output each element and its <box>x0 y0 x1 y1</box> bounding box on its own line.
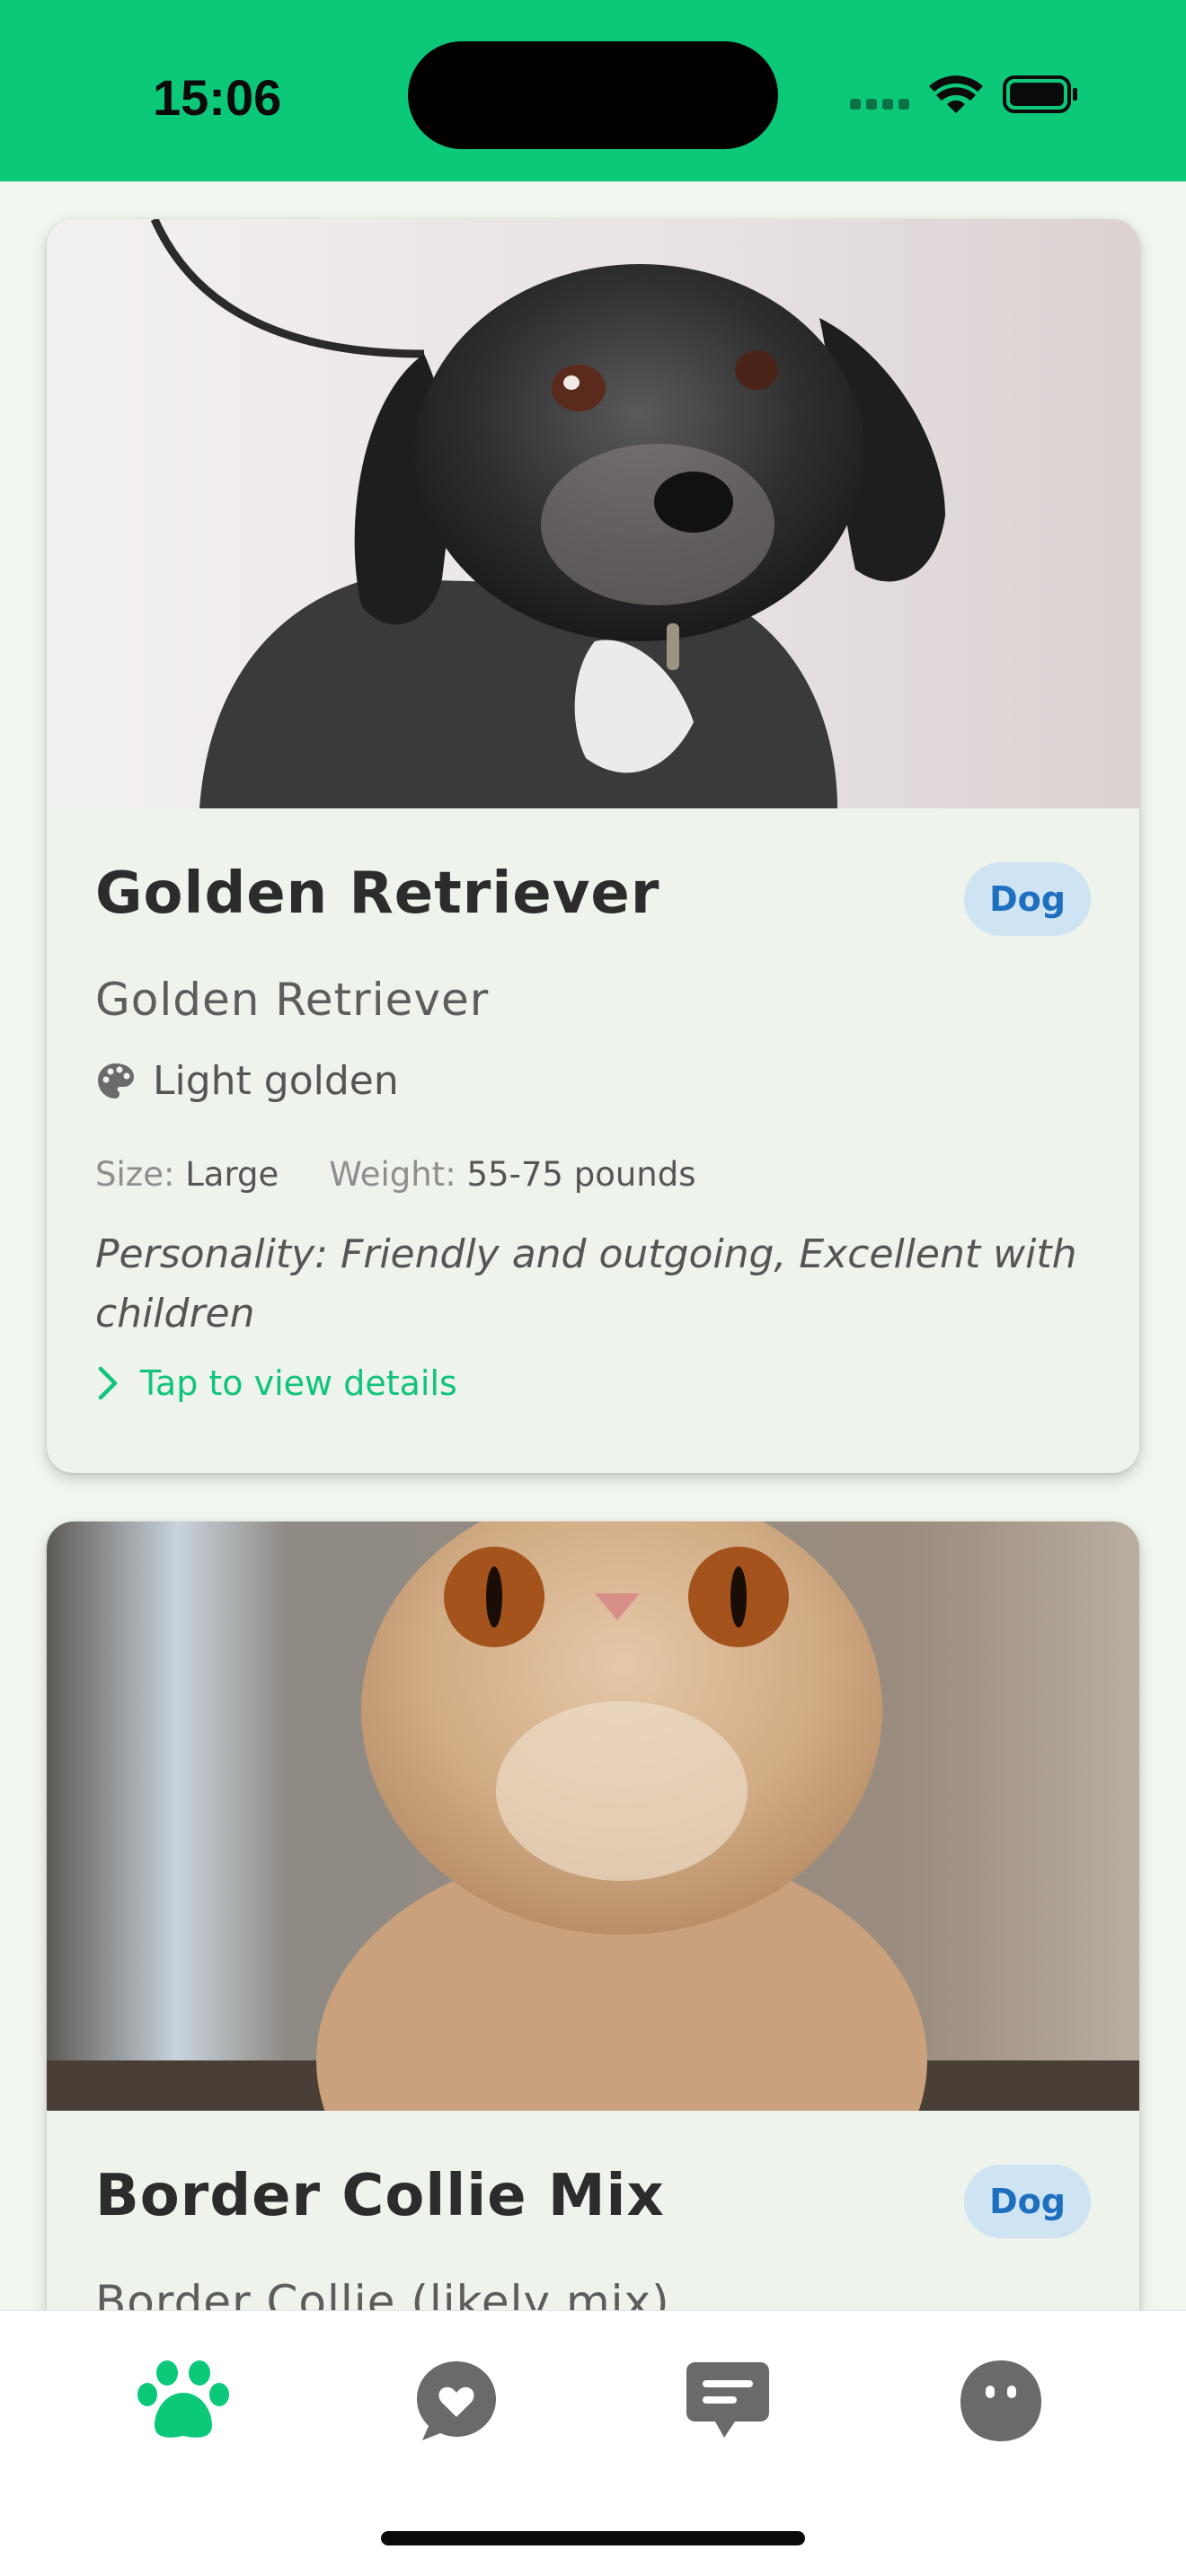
pet-name: Border Collie Mix <box>95 2163 665 2229</box>
pet-color: Light golden <box>95 1058 399 1104</box>
wifi-icon <box>929 75 983 113</box>
status-icons <box>850 75 1077 113</box>
pet-weight: Weight: 55-75 pounds <box>329 1155 695 1194</box>
pet-card[interactable]: Border Collie Mix Dog Border Collie (lik… <box>47 1522 1139 2310</box>
dynamic-island <box>408 41 778 149</box>
weight-label: Weight: <box>329 1155 456 1194</box>
pet-breed: Golden Retriever <box>95 974 490 1026</box>
heart-chat-icon <box>417 2361 496 2440</box>
view-details-link[interactable]: Tap to view details <box>95 1363 457 1403</box>
palette-icon <box>98 1063 134 1098</box>
pet-size: Size: Large <box>95 1155 279 1194</box>
pet-photo <box>47 1522 1139 2111</box>
message-icon <box>686 2362 769 2438</box>
tab-messages[interactable] <box>674 2347 782 2455</box>
tab-favorites[interactable] <box>403 2347 510 2455</box>
view-details-label: Tap to view details <box>140 1363 457 1403</box>
pet-photo <box>47 219 1139 808</box>
pet-color-value: Light golden <box>153 1058 399 1104</box>
size-value: Large <box>185 1155 279 1194</box>
weight-value: 55-75 pounds <box>466 1155 696 1194</box>
pet-personality: Personality: Friendly and outgoing, Exce… <box>95 1231 1077 1337</box>
pet-type-badge: Dog <box>964 2165 1091 2238</box>
black-dog-photo <box>47 219 1139 808</box>
orange-cat-photo <box>47 1522 1139 2111</box>
cellular-signal-icon <box>850 99 909 110</box>
home-indicator <box>381 2531 805 2545</box>
tab-profile[interactable] <box>947 2347 1055 2455</box>
chevron-right-icon <box>98 1366 118 1400</box>
profile-icon <box>960 2360 1041 2441</box>
pet-card[interactable]: Golden Retriever Dog Golden Retriever Li… <box>47 219 1139 1473</box>
pet-stats: Size: Large Weight: 55-75 pounds <box>95 1155 696 1194</box>
pet-feed[interactable]: Golden Retriever Dog Golden Retriever Li… <box>0 181 1186 2310</box>
pet-breed: Border Collie (likely mix) <box>95 2276 670 2310</box>
tab-pets[interactable] <box>129 2347 237 2455</box>
status-bar: 15:06 <box>0 0 1186 181</box>
size-label: Size: <box>95 1155 175 1194</box>
pet-type-badge: Dog <box>964 862 1091 936</box>
battery-icon <box>1003 75 1077 113</box>
status-time: 15:06 <box>153 69 282 126</box>
pet-name: Golden Retriever <box>95 860 660 927</box>
paw-icon <box>137 2360 229 2438</box>
